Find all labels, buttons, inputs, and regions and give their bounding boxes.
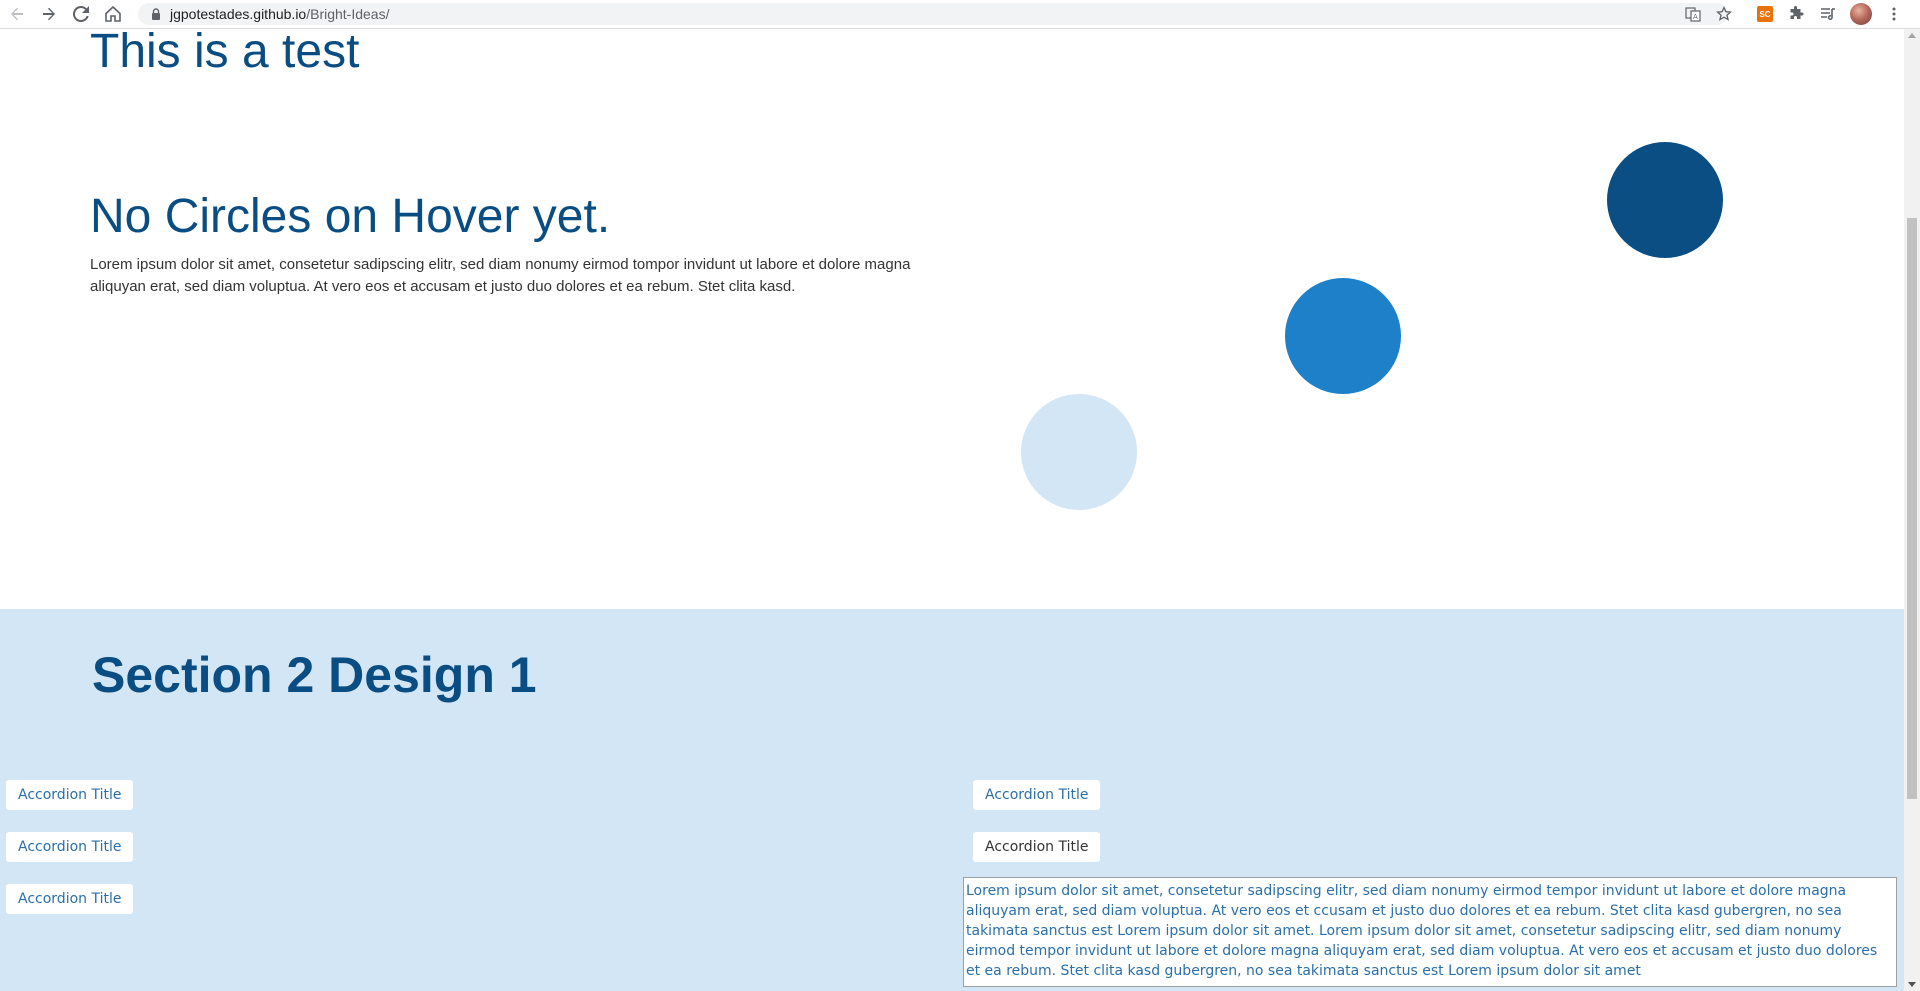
page-viewport: This is a test No Circles on Hover yet. … (0, 29, 1904, 991)
extensions-puzzle-icon[interactable] (1787, 5, 1805, 23)
profile-avatar[interactable] (1850, 3, 1872, 25)
scroll-thumb[interactable] (1907, 218, 1917, 799)
home-button[interactable] (102, 4, 124, 24)
test-heading: This is a test (90, 29, 360, 78)
forward-button[interactable] (38, 4, 60, 24)
reading-list-icon[interactable] (1819, 5, 1837, 23)
address-bar[interactable]: jgpotestades.github.io/Bright-Ideas/ A (138, 3, 1732, 25)
accordion-left-1[interactable]: Accordion Title (6, 780, 134, 810)
bookmark-star-icon[interactable] (1716, 6, 1732, 22)
circles-heading: No Circles on Hover yet. (90, 190, 611, 243)
reload-button[interactable] (70, 4, 92, 24)
browser-menu-icon[interactable] (1885, 5, 1903, 23)
home-icon (105, 6, 121, 22)
circle-dark (1607, 142, 1723, 258)
svg-text:A: A (1693, 13, 1698, 21)
url-path: /Bright-Ideas/ (306, 6, 390, 22)
arrow-right-icon (43, 7, 55, 21)
url-host: jgpotestades.github.io (170, 6, 307, 22)
back-button[interactable] (6, 4, 28, 24)
accordion-right-1[interactable]: Accordion Title (973, 780, 1101, 810)
scroll-down-arrow-icon[interactable] (1908, 982, 1916, 987)
accordion-left-2[interactable]: Accordion Title (6, 832, 134, 862)
reload-icon (73, 6, 89, 22)
translate-icon[interactable]: A (1685, 6, 1701, 22)
hero-paragraph: Lorem ipsum dolor sit amet, consetetur s… (90, 256, 911, 295)
arrow-left-icon (11, 7, 23, 21)
accordion-panel-content: Lorem ipsum dolor sit amet, consetetur s… (963, 877, 1897, 987)
browser-toolbar: jgpotestades.github.io/Bright-Ideas/ A S… (0, 0, 1920, 29)
circle-light (1021, 394, 1137, 510)
section-2: Section 2 Design 1 Accordion Title Accor… (0, 609, 1904, 991)
section-2-heading: Section 2 Design 1 (92, 647, 537, 703)
accordion-left-3[interactable]: Accordion Title (6, 884, 134, 914)
scroll-up-arrow-icon[interactable] (1908, 33, 1916, 38)
extension-sc-icon[interactable]: SC (1757, 6, 1773, 22)
lock-icon (152, 8, 160, 20)
vertical-scrollbar[interactable] (1904, 29, 1920, 991)
url-text: jgpotestades.github.io/Bright-Ideas/ (170, 6, 389, 22)
accordion-right-2-expanded[interactable]: Accordion Title (973, 832, 1101, 862)
circle-medium (1285, 278, 1401, 394)
